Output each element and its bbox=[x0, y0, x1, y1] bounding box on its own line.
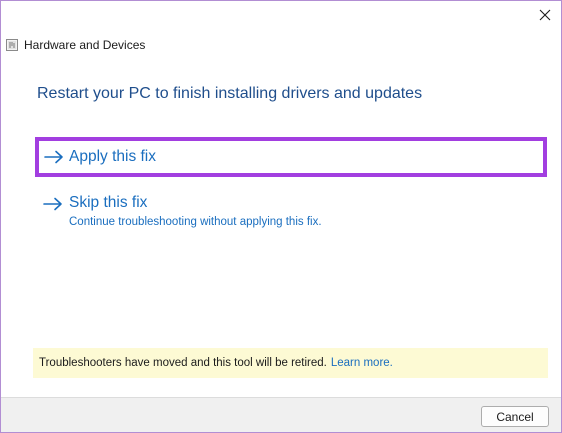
learn-more-link[interactable]: Learn more. bbox=[331, 357, 393, 369]
troubleshooter-icon bbox=[6, 39, 18, 51]
page-heading: Restart your PC to finish installing dri… bbox=[37, 85, 423, 102]
title-bar bbox=[1, 1, 561, 31]
apply-fix-option[interactable]: Apply this fix bbox=[35, 137, 547, 177]
close-icon bbox=[539, 9, 551, 21]
skip-fix-description: Continue troubleshooting without applyin… bbox=[69, 216, 322, 228]
cancel-button[interactable]: Cancel bbox=[481, 406, 549, 427]
skip-fix-label: Skip this fix bbox=[69, 194, 148, 211]
close-button[interactable] bbox=[529, 1, 561, 29]
skip-fix-option[interactable]: Skip this fix Continue troubleshooting w… bbox=[35, 191, 465, 233]
window-title: Hardware and Devices bbox=[24, 38, 146, 52]
retirement-notice: Troubleshooters have moved and this tool… bbox=[33, 348, 548, 378]
apply-fix-label: Apply this fix bbox=[69, 148, 157, 165]
notice-text: Troubleshooters have moved and this tool… bbox=[39, 357, 327, 369]
arrow-right-icon bbox=[43, 197, 62, 211]
troubleshooter-window: Hardware and Devices Restart your PC to … bbox=[0, 0, 562, 433]
arrow-right-icon bbox=[44, 150, 63, 164]
app-header: Hardware and Devices bbox=[6, 37, 145, 53]
footer-bar: Cancel bbox=[1, 397, 561, 432]
